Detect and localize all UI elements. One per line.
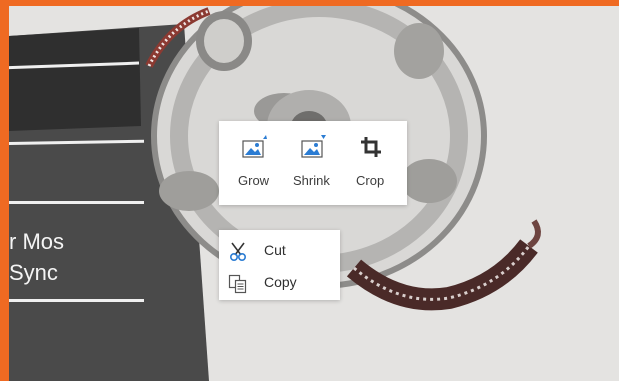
shrink-label: Shrink <box>293 173 330 188</box>
clapperboard-text-line-1: r Mos <box>9 229 64 254</box>
grow-label: Grow <box>238 173 270 188</box>
copy-icon <box>228 274 248 299</box>
shrink-picture-icon <box>301 135 327 164</box>
menu-item-copy[interactable]: Copy <box>219 266 340 298</box>
crop-button[interactable]: Crop <box>351 121 401 205</box>
grow-picture-icon <box>242 135 268 164</box>
scissors-icon <box>228 242 248 267</box>
shrink-button[interactable]: Shrink <box>289 121 347 205</box>
grow-button[interactable]: Grow <box>227 121 285 205</box>
context-menu: Cut Copy <box>219 230 340 300</box>
image-mini-toolbar: Grow Shrink Crop <box>219 121 407 205</box>
cut-label: Cut <box>264 242 286 258</box>
crop-label: Crop <box>356 173 385 188</box>
crop-icon <box>359 135 383 164</box>
copy-label: Copy <box>264 274 297 290</box>
clapperboard-text-line-2: Sync <box>9 260 58 285</box>
menu-item-cut[interactable]: Cut <box>219 234 340 266</box>
